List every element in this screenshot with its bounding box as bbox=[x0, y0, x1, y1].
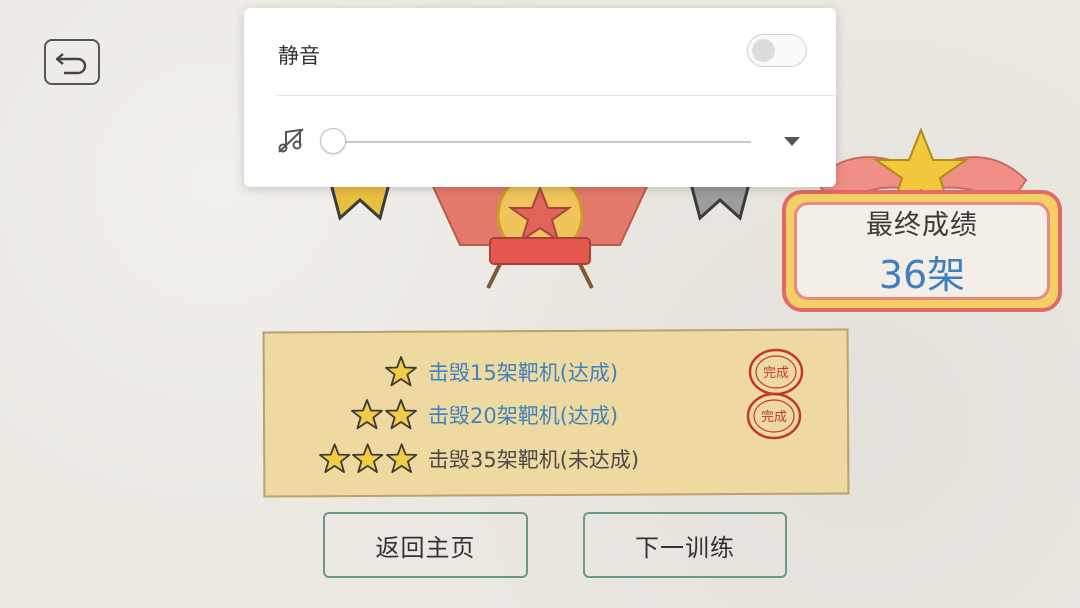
star-icon bbox=[385, 356, 417, 387]
star-icon bbox=[352, 443, 384, 474]
completed-stamp-icon: 完成 bbox=[746, 392, 802, 440]
svg-text:完成: 完成 bbox=[761, 410, 787, 425]
mute-toggle[interactable] bbox=[747, 34, 807, 67]
task-text: 击毁35架靶机(未达成) bbox=[428, 448, 640, 472]
task-row: 击毁15架靶机(达成) bbox=[318, 352, 618, 392]
home-button[interactable]: 返回主页 bbox=[323, 512, 528, 578]
back-arrow-icon bbox=[55, 53, 87, 75]
score-title: 最终成绩 bbox=[866, 210, 978, 241]
chevron-down-icon[interactable] bbox=[782, 134, 802, 148]
music-off-icon bbox=[278, 128, 304, 153]
task-stars bbox=[318, 355, 418, 389]
star-icon bbox=[385, 443, 417, 474]
star-icon bbox=[351, 399, 383, 430]
volume-slider-thumb[interactable] bbox=[320, 128, 346, 154]
task-row: 击毁35架靶机(未达成) bbox=[318, 439, 639, 479]
sound-settings-panel: 静音 bbox=[244, 8, 836, 187]
task-stars bbox=[318, 442, 418, 476]
score-value: 36架 bbox=[878, 253, 966, 297]
star-icon bbox=[319, 443, 351, 474]
task-text: 击毁20架靶机(达成) bbox=[428, 404, 619, 428]
toggle-knob bbox=[752, 39, 775, 62]
task-text: 击毁15架靶机(达成) bbox=[428, 361, 619, 385]
star-icon bbox=[385, 399, 417, 430]
score-card: 最终成绩 36架 bbox=[782, 190, 1062, 312]
mute-label: 静音 bbox=[278, 44, 320, 68]
svg-text:完成: 完成 bbox=[763, 366, 789, 381]
next-training-button[interactable]: 下一训练 bbox=[583, 512, 787, 578]
volume-slider-track[interactable] bbox=[334, 141, 751, 143]
divider bbox=[276, 95, 836, 96]
back-button[interactable] bbox=[44, 39, 100, 85]
task-stars bbox=[318, 398, 418, 432]
task-row: 击毁20架靶机(达成) bbox=[318, 395, 618, 435]
